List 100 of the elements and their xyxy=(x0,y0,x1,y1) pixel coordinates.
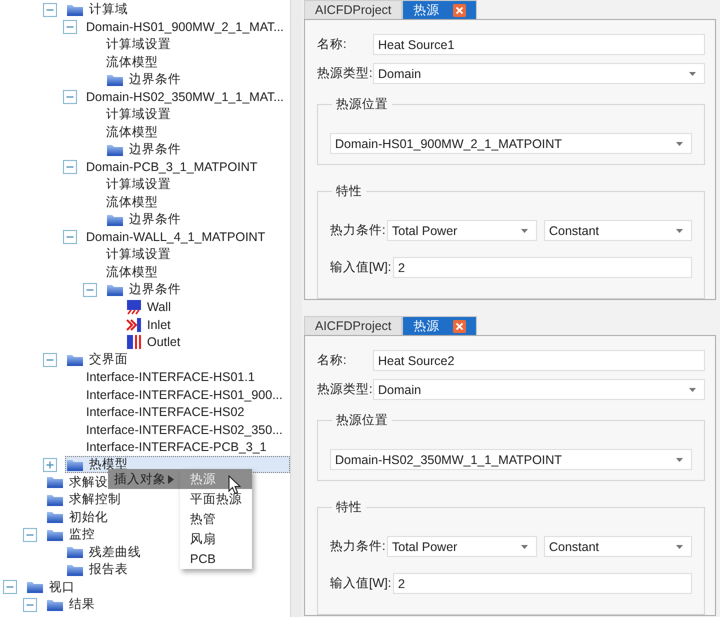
tree-item[interactable]: 监控 xyxy=(45,526,98,544)
tree-item[interactable]: 求解设 xyxy=(45,474,111,491)
tab[interactable]: AICFDProject xyxy=(304,316,402,335)
type-dropdown[interactable]: Domain xyxy=(373,63,705,84)
folder-icon xyxy=(106,72,124,87)
close-icon[interactable] xyxy=(453,320,466,332)
condition-dropdown[interactable]: Total Power xyxy=(387,536,537,557)
tree-item[interactable]: 求解控制 xyxy=(45,491,124,508)
collapse-icon[interactable] xyxy=(3,580,17,594)
tree-item[interactable]: 计算域 xyxy=(65,1,131,18)
folder-icon xyxy=(46,510,64,524)
tree-item[interactable]: 初始化 xyxy=(45,508,111,526)
cursor-icon xyxy=(228,475,241,495)
menu-item[interactable]: 平面热源 xyxy=(180,489,252,509)
tree-item[interactable]: Domain-HS01_900MW_2_1_MAT... xyxy=(85,18,287,36)
tree-item[interactable]: 视口 xyxy=(25,578,78,596)
collapse-icon[interactable] xyxy=(23,528,37,542)
folder-icon xyxy=(46,528,64,542)
item-label: Interface-INTERFACE-HS01_900... xyxy=(86,388,283,402)
folder-icon xyxy=(46,475,64,490)
menu-item-label: 插入对象 xyxy=(114,470,166,488)
item-label: 求解控制 xyxy=(69,491,121,508)
field-label: 输入值[W]: xyxy=(330,575,388,592)
tree-item[interactable]: Domain-HS02_350MW_1_1_MAT... xyxy=(85,88,287,106)
collapse-icon[interactable] xyxy=(63,20,77,34)
folder-icon xyxy=(66,352,84,367)
tree-item[interactable]: 边界条件 xyxy=(105,71,184,88)
location-dropdown[interactable]: Domain-HS01_900MW_2_1_MATPOINT xyxy=(330,133,692,154)
menu-item[interactable]: 风扇 xyxy=(180,529,252,549)
location-dropdown[interactable]: Domain-HS02_350MW_1_1_MATPOINT xyxy=(330,449,692,470)
item-label: 初始化 xyxy=(69,508,108,526)
item-label: Wall xyxy=(147,300,171,314)
folder-icon xyxy=(106,282,124,297)
folder-icon xyxy=(66,562,84,577)
tree-item[interactable]: 边界条件 xyxy=(105,211,184,228)
type-dropdown[interactable]: Domain xyxy=(373,379,705,400)
value-field[interactable]: 2 xyxy=(393,257,692,278)
menu-item[interactable]: PCB xyxy=(180,549,252,569)
item-label: Interface-INTERFACE-HS02_350... xyxy=(86,422,283,437)
item-label: 边界条件 xyxy=(129,281,181,298)
item-label: 求解设 xyxy=(69,474,108,491)
expand-icon[interactable] xyxy=(43,458,57,472)
tree-item[interactable]: Interface-INTERFACE-HS02_350... xyxy=(85,421,286,438)
item-label: 残差曲线 xyxy=(89,544,141,561)
tab[interactable]: 热源 xyxy=(402,316,478,335)
collapse-icon[interactable] xyxy=(43,2,57,17)
tree-item[interactable]: 边界条件 xyxy=(105,141,184,158)
item-label: Interface-INTERFACE-HS02 xyxy=(86,405,244,420)
item-label: 视口 xyxy=(49,578,75,596)
tree-item[interactable]: 报告表 xyxy=(65,561,131,578)
menu-item[interactable]: 插入对象 xyxy=(108,469,180,489)
collapse-icon[interactable] xyxy=(63,90,77,104)
item-label: Interface-INTERFACE-HS01.1 xyxy=(86,370,255,384)
group-title: 特性 xyxy=(335,499,363,516)
tree-item[interactable]: Outlet xyxy=(125,334,184,351)
tree-item[interactable]: 交界面 xyxy=(65,351,131,368)
field-label: 热力条件: xyxy=(330,222,382,239)
item-label: 报告表 xyxy=(89,561,128,578)
folder-icon xyxy=(66,2,84,17)
tree-item[interactable]: Wall xyxy=(125,298,174,316)
dropdown-caret-icon xyxy=(676,142,683,146)
collapse-icon[interactable] xyxy=(23,598,37,612)
collapse-icon[interactable] xyxy=(43,352,57,367)
tree-item[interactable]: Interface-INTERFACE-HS01_900... xyxy=(85,386,286,404)
close-icon[interactable] xyxy=(453,4,466,16)
condition-dropdown[interactable]: Total Power xyxy=(387,220,537,241)
name-field[interactable]: Heat Source2 xyxy=(373,350,705,371)
folder-icon xyxy=(106,212,124,227)
collapse-icon[interactable] xyxy=(63,160,77,174)
field-label: 名称: xyxy=(317,36,348,53)
collapse-icon[interactable] xyxy=(83,282,97,297)
field-label: 热源类型: xyxy=(317,65,369,82)
item-label: Domain-PCB_3_1_MATPOINT xyxy=(86,160,258,174)
dropdown-caret-icon xyxy=(676,228,683,232)
item-label: Domain-HS02_350MW_1_1_MAT... xyxy=(86,90,284,104)
tree-item[interactable]: Domain-WALL_4_1_MATPOINT xyxy=(85,228,268,246)
folder-icon xyxy=(46,492,64,507)
dropdown-caret-icon xyxy=(689,388,696,392)
item-label: Outlet xyxy=(147,335,180,350)
collapse-icon[interactable] xyxy=(63,230,77,244)
tab[interactable]: AICFDProject xyxy=(304,0,402,19)
menu-item[interactable]: 热管 xyxy=(180,509,252,529)
tree-item[interactable]: Domain-PCB_3_1_MATPOINT xyxy=(85,158,260,176)
tree-item[interactable]: Interface-INTERFACE-HS01.1 xyxy=(85,368,258,386)
mode-dropdown[interactable]: Constant xyxy=(544,536,692,557)
tree-item[interactable]: 边界条件 xyxy=(105,281,184,298)
group-title: 特性 xyxy=(335,183,363,200)
tree-item[interactable]: Interface-INTERFACE-PCB_3_1 xyxy=(85,438,270,456)
field-label: 输入值[W]: xyxy=(330,259,388,276)
outlet-icon xyxy=(126,334,142,350)
tree-item[interactable]: 结果 xyxy=(45,596,98,614)
tree-item[interactable]: 残差曲线 xyxy=(65,544,144,561)
name-field[interactable]: Heat Source1 xyxy=(373,34,705,55)
wall-icon xyxy=(126,299,142,316)
tree-item[interactable]: Interface-INTERFACE-HS02 xyxy=(85,404,248,421)
value-field[interactable]: 2 xyxy=(393,573,692,594)
tab[interactable]: 热源 xyxy=(402,0,478,19)
tree-item[interactable]: Inlet xyxy=(125,316,174,334)
folder-icon xyxy=(66,545,84,560)
mode-dropdown[interactable]: Constant xyxy=(544,220,692,241)
